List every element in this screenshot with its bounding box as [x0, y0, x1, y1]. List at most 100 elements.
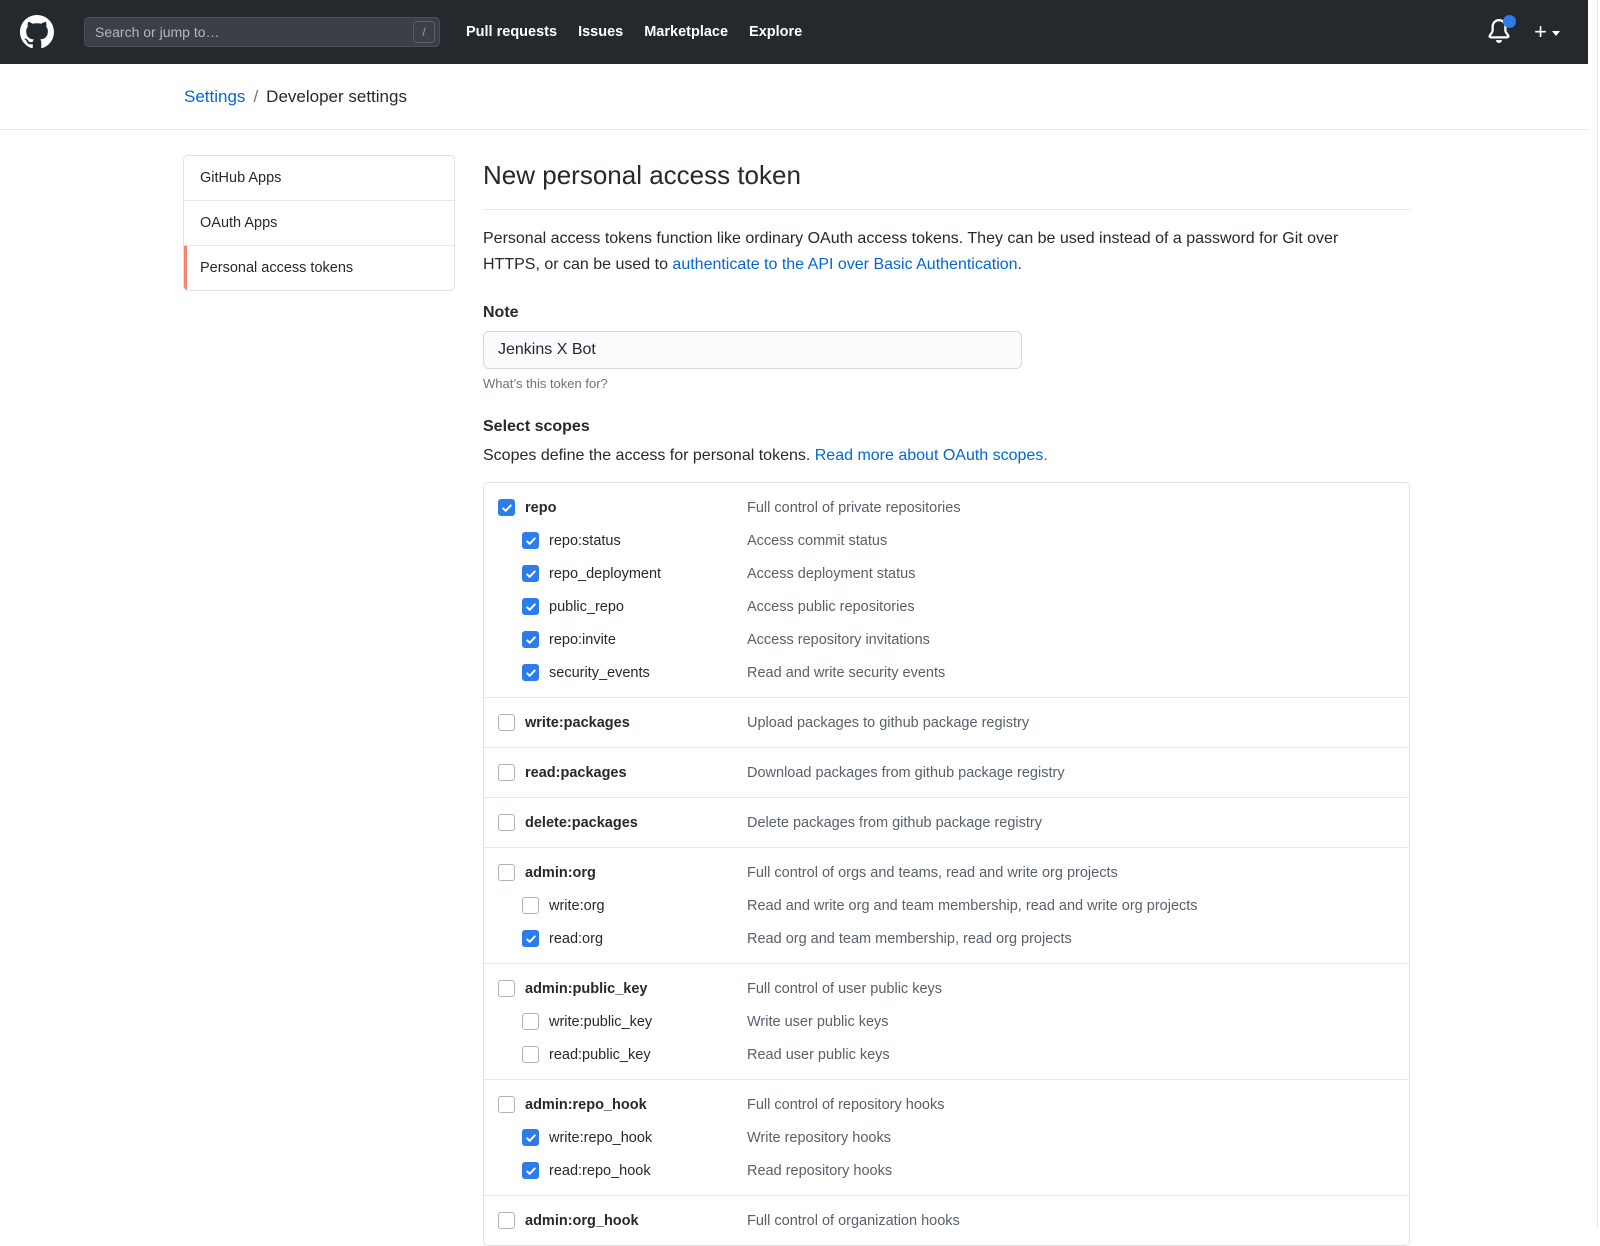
oauth-scopes-link[interactable]: Read more about OAuth scopes.: [815, 447, 1048, 464]
scope-name[interactable]: read:org: [549, 931, 603, 947]
scope-name[interactable]: repo_deployment: [549, 566, 661, 582]
scope-row: security_eventsRead and write security e…: [484, 656, 1409, 689]
scope-description: Full control of organization hooks: [747, 1213, 960, 1229]
breadcrumb-settings-link[interactable]: Settings: [184, 87, 245, 107]
header-nav: Pull requests Issues Marketplace Explore: [466, 24, 802, 40]
scope-name[interactable]: delete:packages: [525, 815, 638, 831]
scope-checkbox[interactable]: [498, 980, 515, 997]
nav-pull-requests[interactable]: Pull requests: [466, 24, 557, 40]
scope-name[interactable]: repo: [525, 500, 556, 516]
scope-name[interactable]: read:packages: [525, 765, 627, 781]
scope-row: repo_deployment Access deployment status: [484, 557, 1409, 590]
select-scopes-heading: Select scopes: [483, 418, 1410, 436]
scope-checkbox[interactable]: [498, 864, 515, 881]
note-input[interactable]: [483, 331, 1022, 369]
notification-dot: [1503, 15, 1516, 28]
scope-row: read:repo_hook Read repository hooks: [484, 1154, 1409, 1187]
scope-checkbox[interactable]: [522, 1129, 539, 1146]
scope-checkbox[interactable]: [522, 930, 539, 947]
scope-name[interactable]: repo:status: [549, 533, 621, 549]
scope-checkbox[interactable]: [522, 598, 539, 615]
breadcrumb: Settings / Developer settings: [0, 64, 1600, 130]
scope-checkbox[interactable]: [522, 1046, 539, 1063]
scope-group: delete:packages Delete packages from gith…: [484, 797, 1409, 847]
scope-name[interactable]: security_events: [549, 665, 650, 681]
nav-explore[interactable]: Explore: [749, 24, 802, 40]
scope-row: public_repo Access public repositories: [484, 590, 1409, 623]
scope-name[interactable]: read:repo_hook: [549, 1163, 651, 1179]
scope-row: repo Full control of private repositories: [484, 491, 1409, 524]
scope-group: admin:public_key Full control of user pub…: [484, 963, 1409, 1079]
note-helper-text: What’s this token for?: [483, 376, 1410, 391]
scope-checkbox[interactable]: [522, 565, 539, 582]
create-new-button[interactable]: +: [1534, 21, 1560, 43]
scope-row: read:packagesDownload packages from gith…: [484, 756, 1409, 789]
scope-name[interactable]: write:public_key: [549, 1014, 652, 1030]
basic-auth-link[interactable]: authenticate to the API over Basic Authe…: [672, 256, 1017, 273]
scope-checkbox[interactable]: [498, 1212, 515, 1229]
scope-name[interactable]: read:public_key: [549, 1047, 651, 1063]
scope-checkbox[interactable]: [498, 1096, 515, 1113]
notifications-bell-icon[interactable]: [1487, 19, 1512, 45]
scope-name[interactable]: public_repo: [549, 599, 624, 615]
scope-checkbox[interactable]: [522, 1013, 539, 1030]
scope-row: write:repo_hookWrite repository hooks: [484, 1121, 1409, 1154]
scope-group: read:packagesDownload packages from gith…: [484, 747, 1409, 797]
nav-issues[interactable]: Issues: [578, 24, 623, 40]
intro-paragraph: Personal access tokens function like ord…: [483, 226, 1388, 278]
scope-checkbox[interactable]: [522, 631, 539, 648]
scope-description: Access commit status: [747, 533, 887, 549]
scope-description: Read and write org and team membership, …: [747, 898, 1198, 914]
scope-description: Access deployment status: [747, 566, 915, 582]
scopes-description: Scopes define the access for personal to…: [483, 447, 1410, 465]
scope-row: read:public_key Read user public keys: [484, 1038, 1409, 1071]
scope-checkbox[interactable]: [522, 532, 539, 549]
scrollbar[interactable]: [1588, 0, 1600, 1228]
scope-checkbox[interactable]: [498, 714, 515, 731]
scope-description: Read user public keys: [747, 1047, 890, 1063]
scope-description: Read repository hooks: [747, 1163, 892, 1179]
plus-icon: +: [1534, 21, 1547, 43]
scope-name[interactable]: write:packages: [525, 715, 630, 731]
scope-name[interactable]: admin:org: [525, 865, 596, 881]
scope-description: Delete packages from github package regi…: [747, 815, 1042, 831]
sidebar-item-github-apps[interactable]: GitHub Apps: [184, 156, 454, 200]
scope-checkbox[interactable]: [522, 1162, 539, 1179]
scope-row: admin:repo_hookFull control of repositor…: [484, 1088, 1409, 1121]
github-logo-icon[interactable]: [20, 14, 56, 50]
scope-checkbox[interactable]: [522, 897, 539, 914]
main-panel: New personal access token Personal acces…: [483, 155, 1410, 1246]
scopes-desc-text: Scopes define the access for personal to…: [483, 447, 815, 464]
scope-name[interactable]: admin:repo_hook: [525, 1097, 647, 1113]
scope-row: repo:status Access commit status: [484, 524, 1409, 557]
scope-checkbox[interactable]: [498, 764, 515, 781]
search-input[interactable]: [84, 17, 440, 47]
scope-group: repo Full control of private repositories…: [484, 483, 1409, 697]
page-content: GitHub Apps OAuth Apps Personal access t…: [0, 130, 1600, 1246]
scope-name[interactable]: repo:invite: [549, 632, 616, 648]
caret-down-icon: [1552, 31, 1560, 36]
scope-group: admin:org_hook Full control of organizati…: [484, 1195, 1409, 1245]
slash-key-hint: /: [413, 21, 435, 43]
sidebar-item-personal-access-tokens[interactable]: Personal access tokens: [184, 245, 454, 290]
scope-checkbox[interactable]: [522, 664, 539, 681]
scope-row: admin:org Full control of orgs and teams,…: [484, 856, 1409, 889]
scope-description: Access public repositories: [747, 599, 915, 615]
nav-marketplace[interactable]: Marketplace: [644, 24, 728, 40]
scope-group: write:packagesUpload packages to github …: [484, 697, 1409, 747]
scope-name[interactable]: admin:org_hook: [525, 1213, 639, 1229]
scope-checkbox[interactable]: [498, 499, 515, 516]
scope-name[interactable]: write:org: [549, 898, 605, 914]
scope-description: Full control of private repositories: [747, 500, 961, 516]
note-label: Note: [483, 304, 1410, 322]
scope-checkbox[interactable]: [498, 814, 515, 831]
scopes-box: repo Full control of private repositories…: [483, 482, 1410, 1246]
page-title: New personal access token: [483, 155, 1410, 210]
scope-description: Full control of user public keys: [747, 981, 942, 997]
scope-row: admin:org_hook Full control of organizati…: [484, 1204, 1409, 1237]
scope-name[interactable]: admin:public_key: [525, 981, 647, 997]
sidebar-item-oauth-apps[interactable]: OAuth Apps: [184, 200, 454, 245]
scope-description: Full control of orgs and teams, read and…: [747, 865, 1118, 881]
scope-name[interactable]: write:repo_hook: [549, 1130, 652, 1146]
scope-row: repo:inviteAccess repository invitations: [484, 623, 1409, 656]
